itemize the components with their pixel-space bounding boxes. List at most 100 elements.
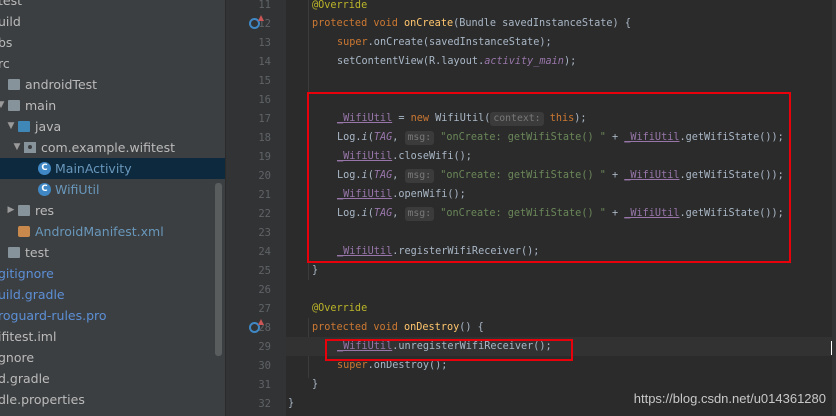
line-number: 17 [258, 113, 271, 125]
tree-item[interactable]: uild.gradle [0, 284, 225, 305]
line-number: 16 [258, 94, 271, 106]
project-tree-panel: test uild bs rc androidTest ▼ main ▼ java ▼ com.ex… [0, 0, 225, 416]
resource-folder-icon [18, 205, 30, 216]
line-number: 29 [258, 341, 271, 353]
tree-item[interactable]: bs [0, 32, 225, 53]
tree-item-label: WifiUtil [55, 182, 100, 197]
tree-item-label: dle.properties [0, 392, 85, 407]
line-number: 15 [258, 75, 271, 87]
line-number: 20 [258, 170, 271, 182]
code-text: setContentView(R.layout. [337, 56, 485, 67]
tree-item[interactable]: C MainActivity [0, 158, 225, 179]
tree-item[interactable]: androidTest [0, 74, 225, 95]
line-number: 23 [258, 227, 271, 239]
line-number: 14 [258, 56, 271, 68]
code-text: .onDestroy(); [367, 360, 448, 371]
folder-icon [8, 79, 20, 90]
tree-item-label: gnore [0, 350, 35, 365]
line-number: 25 [258, 265, 271, 277]
tree-item-label: uild [0, 14, 21, 29]
code-line-32: } [288, 394, 294, 413]
method-name: onDestroy [404, 322, 460, 333]
tree-scrollbar[interactable] [215, 183, 222, 356]
folder-icon [8, 247, 20, 258]
code-line-13: super.onCreate(savedInstanceState); [337, 33, 552, 52]
line-number: 24 [258, 246, 271, 258]
java-class-icon: C [38, 162, 51, 175]
code-line-28: protected void onDestroy() { [312, 318, 484, 337]
tree-item-label: test [0, 0, 23, 8]
line-number: 22 [258, 208, 271, 220]
tree-item[interactable]: AndroidManifest.xml [0, 221, 225, 242]
line-number: 32 [258, 398, 271, 410]
tree-item[interactable]: gnore [0, 347, 225, 368]
expand-arrow-icon[interactable]: ▼ [6, 116, 16, 137]
keyword: protected void [312, 18, 405, 29]
tree-item[interactable]: ▼ com.example.wifitest [0, 137, 225, 158]
tree-item-label: ifitest.iml [0, 329, 57, 344]
override-marker-icon[interactable] [249, 319, 264, 333]
tree-item[interactable]: test [0, 0, 225, 11]
tree-item-label: roguard-rules.pro [0, 308, 107, 323]
tree-item[interactable]: ▼ main [0, 95, 225, 116]
override-annotation: @Override [312, 303, 368, 314]
tree-item-label: com.example.wifitest [41, 140, 176, 155]
code-line-27: @Override [312, 299, 367, 318]
code-text: } [288, 398, 295, 409]
tree-item-label: gitignore [0, 266, 54, 281]
expand-arrow-icon[interactable]: ▼ [0, 95, 6, 116]
code-text: } [312, 265, 319, 276]
editor-gutter: 11 12 13 14 15 16 17 18 19 20 21 22 23 24 25 26 27 28 29 30… [225, 0, 286, 416]
tree-item-label: test [25, 245, 50, 260]
line-number: 19 [258, 151, 271, 163]
tree-item[interactable]: dle.properties [0, 389, 225, 410]
tree-item-label: androidTest [25, 77, 98, 92]
line-number: 31 [258, 379, 271, 391]
tree-item-label: MainActivity [55, 161, 132, 176]
keyword: protected void [312, 322, 405, 333]
tree-item-label: res [35, 203, 55, 218]
expand-arrow-icon[interactable]: ▼ [12, 137, 22, 158]
tree-item[interactable]: test [0, 242, 225, 263]
code-text: (Bundle savedInstanceState) { [453, 18, 631, 29]
line-number: 30 [258, 360, 271, 372]
tree-item[interactable]: roguard-rules.pro [0, 305, 225, 326]
line-number: 13 [258, 37, 271, 49]
highlight-box-ondestroy [325, 339, 573, 361]
tree-item-label: java [35, 119, 62, 134]
java-class-icon: C [38, 183, 51, 196]
package-icon [24, 142, 36, 153]
code-line-11: @Override [312, 0, 367, 15]
code-line-14: setContentView(R.layout.activity_main); [337, 52, 576, 71]
tree-item[interactable]: rc [0, 53, 225, 74]
keyword: super [337, 360, 368, 371]
tree-item[interactable]: ▶ res [0, 200, 225, 221]
line-number: 11 [258, 0, 271, 11]
highlight-box-oncreate [307, 92, 791, 263]
override-annotation: @Override [312, 0, 368, 11]
expand-arrow-icon[interactable]: ▶ [6, 200, 16, 221]
code-line-25: } [312, 261, 318, 280]
code-text: } [312, 379, 319, 390]
tree-item-label: main [25, 98, 57, 113]
override-marker-icon[interactable] [249, 15, 264, 29]
folder-icon [8, 100, 20, 111]
code-line-12: protected void onCreate(Bundle savedInst… [312, 14, 631, 33]
tree-item[interactable]: ifitest.iml [0, 326, 225, 347]
code-line-31: } [312, 375, 318, 394]
tree-item[interactable]: ▼ java [0, 116, 225, 137]
tree-item[interactable]: gitignore [0, 263, 225, 284]
tree-item[interactable]: uild [0, 11, 225, 32]
line-number: 21 [258, 189, 271, 201]
line-number: 26 [258, 284, 271, 296]
keyword: super [337, 37, 368, 48]
tree-item-label: d.gradle [0, 371, 50, 386]
source-folder-icon [18, 121, 30, 132]
code-text: () { [459, 322, 484, 333]
watermark: https://blog.csdn.net/u014361280 [633, 391, 826, 406]
constant: activity_main [484, 56, 564, 67]
tree-item-label: bs [0, 35, 13, 50]
method-name: onCreate [404, 18, 454, 29]
tree-item[interactable]: d.gradle [0, 368, 225, 389]
tree-item[interactable]: C WifiUtil [0, 179, 225, 200]
